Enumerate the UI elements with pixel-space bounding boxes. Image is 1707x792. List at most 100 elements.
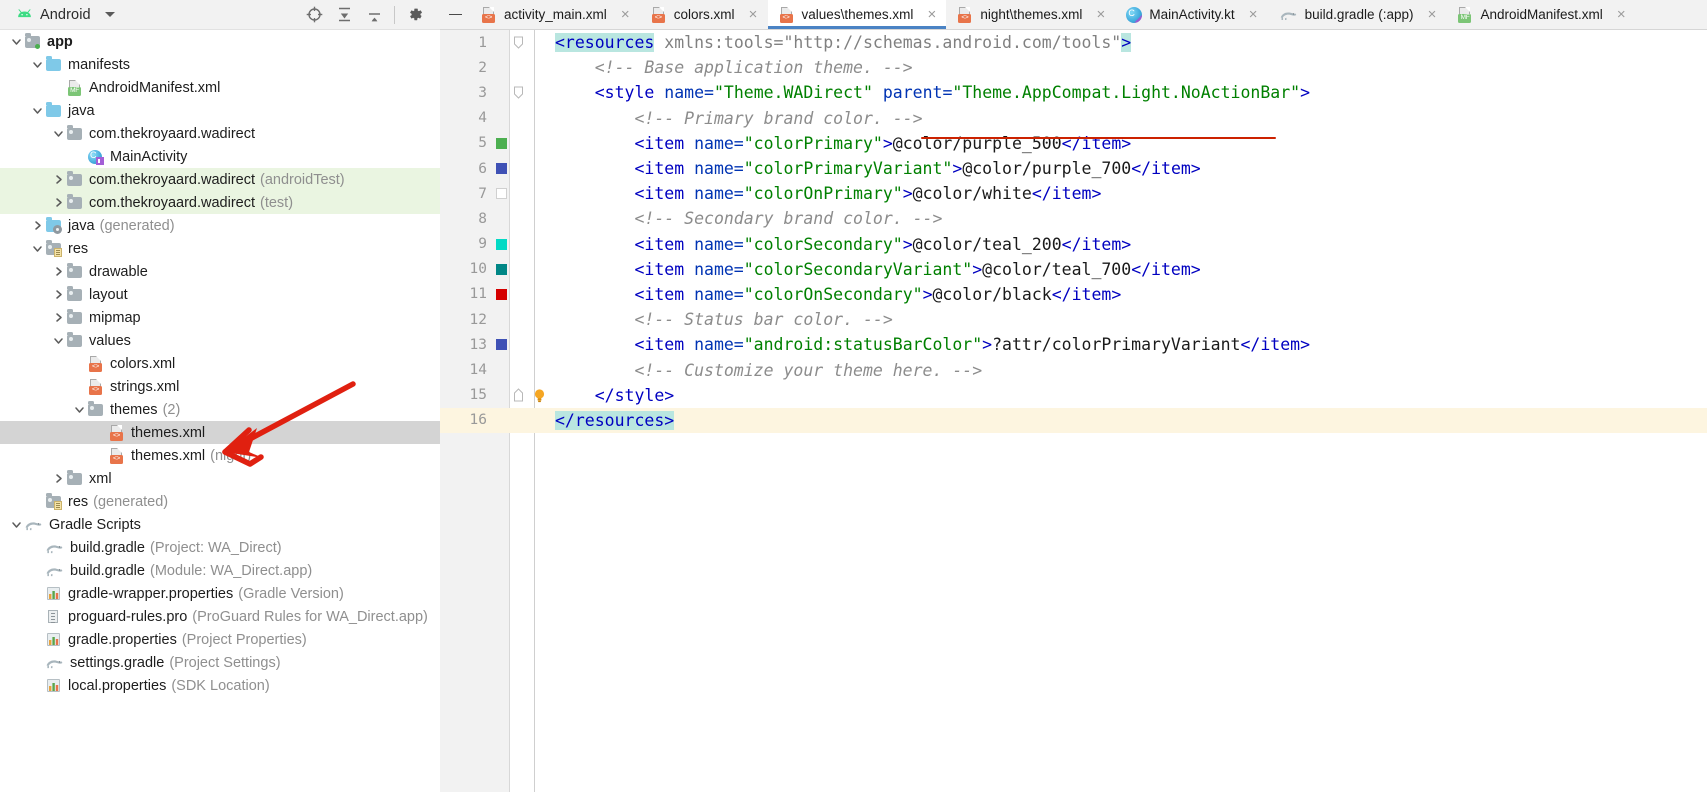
gutter-color-swatch-cell <box>493 163 509 175</box>
code-editor[interactable]: 1 <resources xmlns:tools="http://schemas.… <box>440 30 1707 792</box>
tree-row[interactable]: com.thekroyaard.wadirect (androidTest) <box>0 168 440 191</box>
code-line[interactable]: 10 <item name="colorSecondaryVariant">@c… <box>440 257 1707 282</box>
code-line[interactable]: 7 <item name="colorOnPrimary">@color/whi… <box>440 181 1707 206</box>
tree-row-qualifier: (androidTest) <box>260 171 345 188</box>
editor-tab[interactable]: <> colors.xml × <box>639 0 768 29</box>
editor-tab-label: MainActivity.kt <box>1149 7 1235 22</box>
expand-toggle-collapsed[interactable] <box>50 310 66 326</box>
tree-row[interactable]: values <box>0 329 440 352</box>
tree-row[interactable]: local.properties (SDK Location) <box>0 674 440 697</box>
color-swatch[interactable] <box>495 339 507 351</box>
editor-tab[interactable]: build.gradle (:app) × <box>1267 0 1447 29</box>
tree-row[interactable]: themes (2) <box>0 398 440 421</box>
tree-row[interactable]: xml <box>0 467 440 490</box>
code-line[interactable]: 1 <resources xmlns:tools="http://schemas.… <box>440 30 1707 55</box>
fold-marker-end-icon[interactable] <box>513 388 524 402</box>
expand-toggle-collapsed[interactable] <box>50 471 66 487</box>
fold-marker-icon[interactable] <box>513 36 524 50</box>
tree-row[interactable]: manifests <box>0 53 440 76</box>
code-line[interactable]: 4 <!-- Primary brand color. --> <box>440 106 1707 131</box>
tree-row[interactable]: app <box>0 30 440 53</box>
expand-toggle-collapsed[interactable] <box>50 287 66 303</box>
tree-row[interactable]: com.thekroyaard.wadirect (test) <box>0 191 440 214</box>
tab-close-icon[interactable]: × <box>925 7 938 22</box>
color-swatch[interactable] <box>495 163 507 175</box>
code-line[interactable]: 15 </style> <box>440 383 1707 408</box>
expand-all-icon[interactable] <box>359 0 389 30</box>
color-swatch[interactable] <box>495 238 507 250</box>
expand-toggle-expanded[interactable] <box>29 241 45 257</box>
code-line[interactable]: 13 <item name="android:statusBarColor">?… <box>440 332 1707 357</box>
expand-toggle-collapsed[interactable] <box>50 195 66 211</box>
expand-toggle-expanded[interactable] <box>50 126 66 142</box>
expand-toggle-collapsed[interactable] <box>29 218 45 234</box>
tab-close-icon[interactable]: × <box>619 7 632 22</box>
tab-close-icon[interactable]: × <box>1615 7 1628 22</box>
editor-tab[interactable]: <> values\themes.xml × <box>767 0 947 29</box>
expand-toggle-expanded[interactable] <box>8 517 24 533</box>
expand-toggle-collapsed[interactable] <box>50 264 66 280</box>
project-view-selector-label[interactable]: Android <box>40 7 91 23</box>
tree-row[interactable]: drawable <box>0 260 440 283</box>
tree-row[interactable]: res <box>0 237 440 260</box>
code-line[interactable]: 2 <!-- Base application theme. --> <box>440 55 1707 80</box>
tree-row[interactable]: build.gradle (Project: WA_Direct) <box>0 536 440 559</box>
code-line[interactable]: 5 <item name="colorPrimary">@color/purpl… <box>440 131 1707 156</box>
tree-row[interactable]: layout <box>0 283 440 306</box>
tree-row[interactable]: gradle-wrapper.properties (Gradle Version… <box>0 582 440 605</box>
code-line[interactable]: 8 <!-- Secondary brand color. --> <box>440 206 1707 231</box>
tree-row[interactable]: com.thekroyaard.wadirect <box>0 122 440 145</box>
color-swatch[interactable] <box>495 263 507 275</box>
code-line[interactable]: 3 <style name="Theme.WADirect" parent="T… <box>440 80 1707 105</box>
expand-toggle-expanded[interactable] <box>71 402 87 418</box>
expand-toggle-expanded[interactable] <box>8 34 24 50</box>
color-swatch[interactable] <box>495 137 507 149</box>
lightbulb-icon[interactable] <box>533 388 546 403</box>
code-line[interactable]: 16 </resources> <box>440 407 1707 433</box>
settings-gear-icon[interactable] <box>400 0 430 30</box>
tree-row[interactable]: settings.gradle (Project Settings) <box>0 651 440 674</box>
code-line[interactable]: 14 <!-- Customize your theme here. --> <box>440 357 1707 382</box>
tree-row[interactable]: res (generated) <box>0 490 440 513</box>
editor-tab[interactable]: <> night\themes.xml × <box>946 0 1116 29</box>
tree-row[interactable]: <> themes.xml (night) <box>0 444 440 467</box>
expand-toggle-expanded[interactable] <box>29 103 45 119</box>
project-tree-panel[interactable]: app manifests MF AndroidManifest.xml java com… <box>0 30 440 792</box>
code-line[interactable]: 6 <item name="colorPrimaryVariant">@colo… <box>440 156 1707 181</box>
target-locate-icon[interactable] <box>299 0 329 30</box>
code-line[interactable]: 11 <item name="colorOnSecondary">@color/… <box>440 282 1707 307</box>
tree-row[interactable]: MF AndroidManifest.xml <box>0 76 440 99</box>
tab-close-icon[interactable]: × <box>1247 7 1260 22</box>
tab-close-icon[interactable]: × <box>1094 7 1107 22</box>
fold-marker-icon[interactable] <box>513 86 524 100</box>
tree-row[interactable]: build.gradle (Module: WA_Direct.app) <box>0 559 440 582</box>
package-folder-icon <box>66 309 83 326</box>
tree-row[interactable]: <> strings.xml <box>0 375 440 398</box>
editor-tab[interactable]: <> activity_main.xml × <box>470 0 640 29</box>
tab-close-icon[interactable]: × <box>1425 7 1438 22</box>
expand-toggle-collapsed[interactable] <box>50 172 66 188</box>
tree-row[interactable]: proguard-rules.pro (ProGuard Rules for WA… <box>0 605 440 628</box>
chevron-down-icon[interactable] <box>104 12 115 17</box>
tree-row[interactable]: java (generated) <box>0 214 440 237</box>
minimize-icon[interactable] <box>440 0 470 29</box>
expand-toggle-expanded[interactable] <box>29 57 45 73</box>
collapse-all-icon[interactable] <box>329 0 359 30</box>
color-swatch[interactable] <box>495 288 507 300</box>
expand-toggle-expanded[interactable] <box>50 333 66 349</box>
code-line[interactable]: 12 <!-- Status bar color. --> <box>440 307 1707 332</box>
tab-close-icon[interactable]: × <box>747 7 760 22</box>
tree-row[interactable]: MainActivity <box>0 145 440 168</box>
tree-row[interactable]: <> themes.xml <box>0 421 440 444</box>
tree-row[interactable]: <> colors.xml <box>0 352 440 375</box>
tree-row[interactable]: Gradle Scripts <box>0 513 440 536</box>
tree-row[interactable]: mipmap <box>0 306 440 329</box>
editor-tab[interactable]: MF AndroidManifest.xml × <box>1446 0 1636 29</box>
kotlin-file-icon <box>1126 6 1143 23</box>
editor-tab[interactable]: MainActivity.kt × <box>1115 0 1268 29</box>
tree-row[interactable]: java <box>0 99 440 122</box>
xml-file-icon: <> <box>481 6 497 23</box>
tree-row[interactable]: gradle.properties (Project Properties) <box>0 628 440 651</box>
code-line[interactable]: 9 <item name="colorSecondary">@color/tea… <box>440 232 1707 257</box>
color-swatch[interactable] <box>495 188 507 200</box>
